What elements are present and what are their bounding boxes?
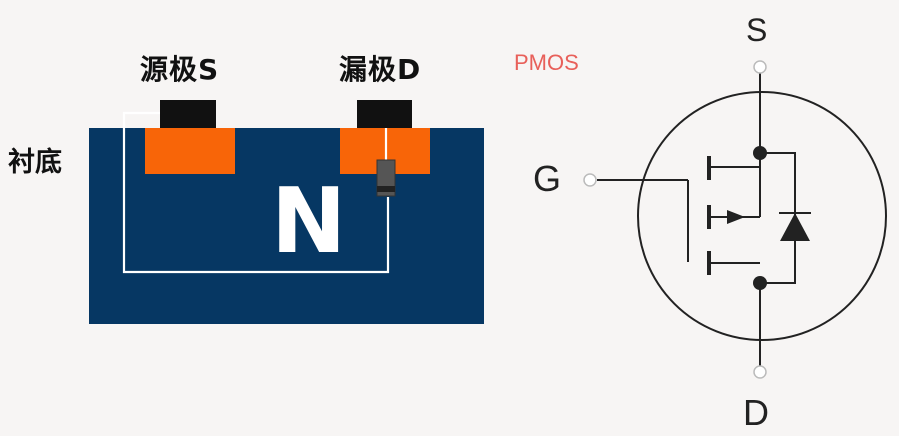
source-contact xyxy=(160,100,216,128)
gate-pin xyxy=(583,173,597,187)
pmos-diagram xyxy=(89,60,887,379)
pmos-symbol xyxy=(597,72,887,366)
source-label: 源极S xyxy=(140,53,220,86)
diode-band xyxy=(377,186,395,192)
source-diffusion xyxy=(145,128,235,174)
body-diode-triangle xyxy=(780,213,810,241)
symbol-source-label: S xyxy=(746,12,768,48)
drain-contact xyxy=(357,100,412,128)
source-pin xyxy=(753,60,767,74)
symbol-circle xyxy=(637,91,887,341)
well-label: N xyxy=(271,169,347,274)
drain-pin xyxy=(753,365,767,379)
symbol-drain-label: D xyxy=(743,392,769,433)
diode-path xyxy=(760,152,796,284)
substrate-label: 衬底 xyxy=(8,147,62,178)
channel-arrow xyxy=(727,210,745,224)
pmos-title: PMOS xyxy=(514,50,579,75)
drain-junction-dot xyxy=(753,276,767,290)
drain-label: 漏极D xyxy=(339,53,422,86)
source-junction-dot xyxy=(753,146,767,160)
symbol-gate-label: G xyxy=(533,158,562,199)
